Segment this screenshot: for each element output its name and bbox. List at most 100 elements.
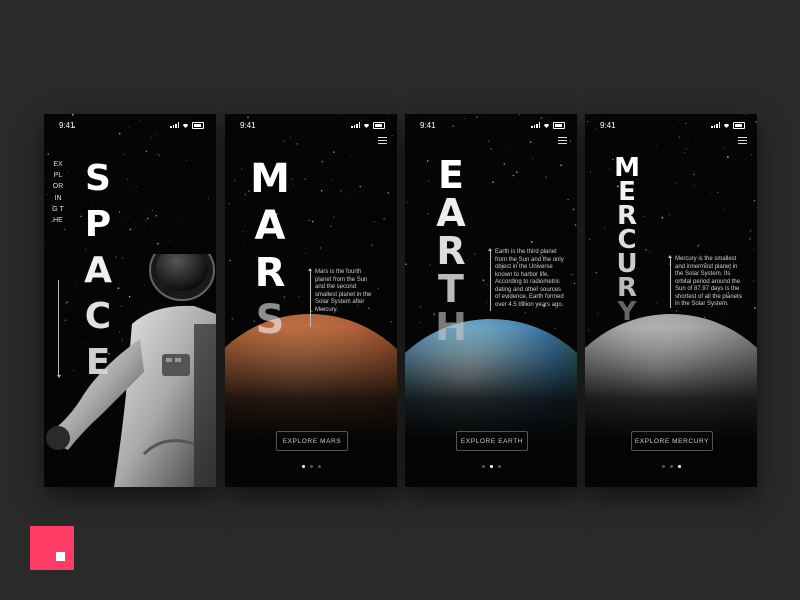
star <box>123 154 125 156</box>
star <box>557 234 559 236</box>
star <box>135 186 137 187</box>
star <box>707 227 708 228</box>
star <box>156 153 158 155</box>
title-letter: R <box>254 250 286 296</box>
screen-mercury: 9:41 MERCURY Mercury is the smallest and… <box>585 114 757 487</box>
page-dot-2[interactable] <box>309 465 313 468</box>
star <box>545 176 547 179</box>
star <box>727 156 729 158</box>
star <box>599 203 601 205</box>
planet-description: Mercury is the smallest and innermost pl… <box>675 256 742 307</box>
star <box>275 145 276 147</box>
star <box>145 150 148 152</box>
star <box>304 178 306 181</box>
star <box>419 306 422 308</box>
wifi-icon <box>543 123 550 128</box>
page-dot-2[interactable] <box>669 465 673 468</box>
star <box>331 179 333 181</box>
star <box>305 228 307 230</box>
planet-fade <box>405 327 577 487</box>
star <box>333 216 335 218</box>
status-time: 9:41 <box>600 120 616 130</box>
star <box>676 310 678 312</box>
star <box>330 225 332 227</box>
star <box>305 252 307 254</box>
explore-mars-button[interactable]: EXPLORE MARS <box>276 431 348 451</box>
page-dot-1[interactable] <box>301 465 305 468</box>
star <box>515 171 518 173</box>
star <box>492 181 494 184</box>
page-dot-1[interactable] <box>661 465 665 468</box>
star <box>311 220 314 223</box>
star <box>282 140 285 142</box>
star <box>186 159 188 161</box>
star <box>678 136 680 138</box>
title-mercury: MERCURY <box>607 155 647 327</box>
star <box>487 140 489 142</box>
star <box>319 247 322 249</box>
star <box>126 178 128 180</box>
star <box>684 151 686 154</box>
star <box>697 245 699 247</box>
menu-icon[interactable] <box>738 137 747 144</box>
star <box>567 199 569 201</box>
title-letter: S <box>85 158 111 199</box>
page-dot-3[interactable] <box>677 465 681 468</box>
star <box>345 253 347 254</box>
wifi-icon <box>182 123 189 128</box>
arrow-up-icon <box>308 268 312 327</box>
menu-icon[interactable] <box>558 137 567 144</box>
star <box>656 145 658 147</box>
page-indicator <box>225 465 397 468</box>
star <box>752 280 754 282</box>
page-dot-3[interactable] <box>497 465 501 468</box>
battery-icon <box>553 121 565 129</box>
status-bar: 9:41 <box>420 120 565 130</box>
battery-icon <box>733 121 745 129</box>
page-dot-3[interactable] <box>317 465 321 468</box>
star <box>350 155 352 156</box>
title-letter: M <box>250 156 290 202</box>
star <box>749 238 751 240</box>
star <box>569 140 572 142</box>
battery-icon <box>192 121 204 129</box>
star <box>656 230 658 232</box>
star <box>405 263 407 265</box>
star <box>156 133 158 135</box>
star <box>693 185 695 187</box>
star <box>391 134 394 137</box>
title-letter: T <box>438 267 464 311</box>
star <box>148 213 150 215</box>
star <box>735 220 736 221</box>
star <box>751 154 753 156</box>
star <box>556 147 557 148</box>
star <box>207 197 209 200</box>
star <box>612 152 613 154</box>
star <box>574 224 577 226</box>
star <box>196 203 198 204</box>
menu-icon[interactable] <box>378 137 387 144</box>
explore-earth-button[interactable]: EXPLORE EARTH <box>456 431 528 451</box>
star <box>66 171 68 173</box>
star <box>586 121 588 123</box>
star <box>595 128 597 130</box>
star <box>524 312 526 314</box>
star <box>44 240 45 242</box>
planet-fade <box>585 327 757 487</box>
star <box>371 244 374 247</box>
star <box>240 168 243 170</box>
star <box>320 190 323 192</box>
star <box>486 284 488 286</box>
star <box>231 317 234 320</box>
status-bar: 9:41 <box>600 120 745 130</box>
page-dot-2[interactable] <box>489 465 493 468</box>
star <box>47 153 49 155</box>
star <box>723 208 724 210</box>
star <box>483 173 485 175</box>
star <box>424 162 426 164</box>
star <box>532 158 534 160</box>
star <box>661 216 664 219</box>
title-letter: Y <box>617 297 637 327</box>
explore-mercury-button[interactable]: EXPLORE MERCURY <box>631 431 713 451</box>
page-dot-1[interactable] <box>481 465 485 468</box>
